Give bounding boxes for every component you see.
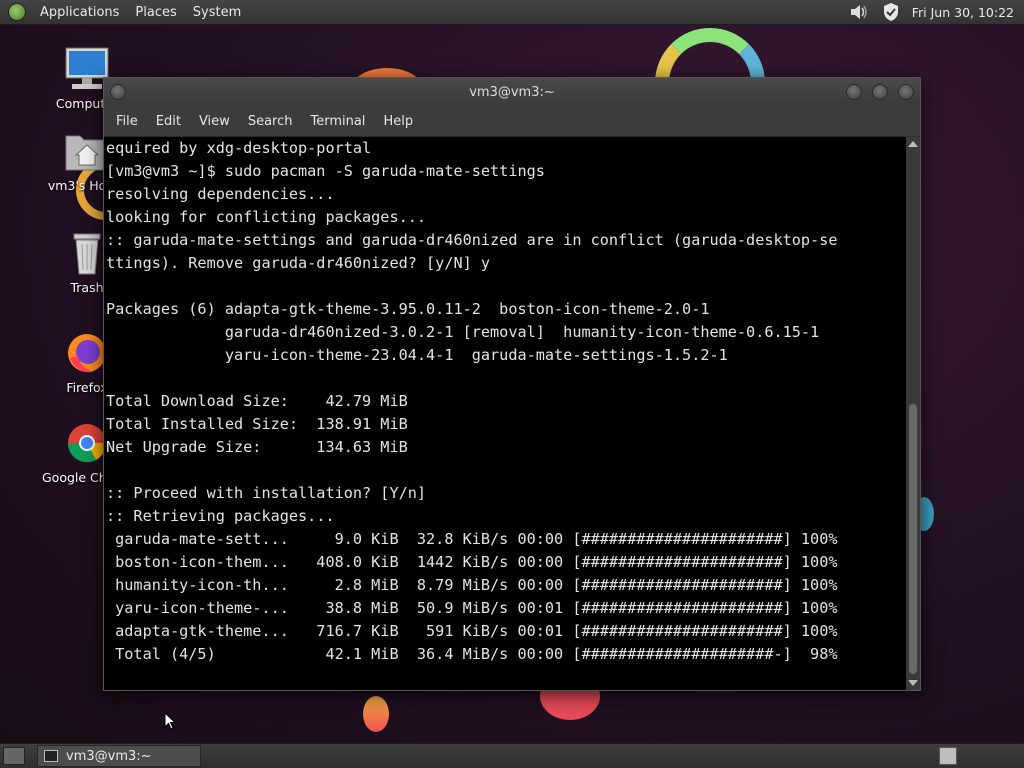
system-tray: Fri Jun 30, 10:22 (848, 0, 1024, 25)
terminal-line: Net Upgrade Size: 134.63 MiB (106, 438, 408, 456)
terminal-line: Packages (6) adapta-gtk-theme-3.95.0.11-… (106, 300, 710, 318)
window-titlebar[interactable]: vm3@vm3:~ (104, 78, 920, 107)
volume-icon[interactable] (848, 2, 870, 22)
terminal-line: humanity-icon-th... 2.8 MiB 8.79 MiB/s 0… (106, 576, 838, 594)
terminal-line: yaru-icon-theme-23.04.4-1 garuda-mate-se… (106, 346, 728, 364)
terminal-icon (44, 750, 58, 762)
terminal-line: yaru-icon-theme-... 38.8 MiB 50.9 MiB/s … (106, 599, 838, 617)
terminal-line: Total Download Size: 42.79 MiB (106, 392, 408, 410)
minimize-button[interactable] (846, 84, 862, 100)
terminal-line: Total Installed Size: 138.91 MiB (106, 415, 408, 433)
terminal-line: boston-icon-them... 408.0 KiB 1442 KiB/s… (106, 553, 838, 571)
taskbar-item-terminal[interactable]: vm3@vm3:~ (37, 745, 201, 767)
terminal-line: equired by xdg-desktop-portal (106, 139, 372, 157)
shield-icon[interactable] (880, 2, 902, 22)
menu-edit[interactable]: Edit (147, 114, 190, 129)
menu-file[interactable]: File (107, 114, 147, 129)
menu-places[interactable]: Places (127, 5, 184, 20)
terminal-line: :: Proceed with installation? [Y/n] (106, 484, 427, 502)
terminal-line: Total (4/5) 42.1 MiB 36.4 MiB/s 00:00 [#… (106, 645, 838, 663)
scrollbar-thumb[interactable] (909, 404, 917, 674)
bottom-panel: vm3@vm3:~ (0, 743, 1024, 768)
terminal-line: garuda-dr460nized-3.0.2-1 [removal] huma… (106, 323, 820, 341)
terminal-line: adapta-gtk-theme... 716.7 KiB 591 KiB/s … (106, 622, 838, 640)
top-panel: Applications Places System Fri Jun 30, 1… (0, 0, 1024, 25)
menu-terminal[interactable]: Terminal (301, 114, 374, 129)
window-menu-button[interactable] (110, 84, 126, 100)
mouse-cursor-icon (164, 712, 176, 730)
terminal-line: [vm3@vm3 ~]$ sudo pacman -S garuda-mate-… (106, 162, 545, 180)
menu-system[interactable]: System (185, 5, 249, 20)
terminal-line: looking for conflicting packages... (106, 208, 427, 226)
clock[interactable]: Fri Jun 30, 10:22 (912, 5, 1014, 20)
menu-view[interactable]: View (190, 114, 239, 129)
workspace-switcher[interactable] (939, 747, 957, 765)
terminal-scrollbar[interactable] (906, 137, 920, 690)
terminal-line: garuda-mate-sett... 9.0 KiB 32.8 KiB/s 0… (106, 530, 838, 548)
maximize-button[interactable] (872, 84, 888, 100)
scroll-up-arrow-icon[interactable] (908, 141, 918, 147)
wallpaper-orange-drop (363, 696, 389, 732)
scroll-down-arrow-icon[interactable] (908, 680, 918, 686)
terminal-output[interactable]: equired by xdg-desktop-portal [vm3@vm3 ~]… (104, 137, 906, 690)
menu-applications[interactable]: Applications (32, 5, 127, 20)
menu-search[interactable]: Search (239, 114, 302, 129)
menu-help[interactable]: Help (374, 114, 422, 129)
window-title: vm3@vm3:~ (469, 85, 555, 100)
close-button[interactable] (898, 84, 914, 100)
terminal-line: :: Retrieving packages... (106, 507, 335, 525)
terminal-line: ttings). Remove garuda-dr460nized? [y/N]… (106, 254, 491, 272)
terminal-menubar: File Edit View Search Terminal Help (104, 107, 920, 137)
taskbar-item-label: vm3@vm3:~ (66, 748, 152, 764)
terminal-line: :: garuda-mate-settings and garuda-dr460… (106, 231, 838, 249)
distro-logo-icon[interactable] (8, 3, 26, 21)
show-desktop-button[interactable] (3, 747, 25, 765)
terminal-line: resolving dependencies... (106, 185, 335, 203)
terminal-window: vm3@vm3:~ File Edit View Search Terminal… (103, 77, 921, 691)
